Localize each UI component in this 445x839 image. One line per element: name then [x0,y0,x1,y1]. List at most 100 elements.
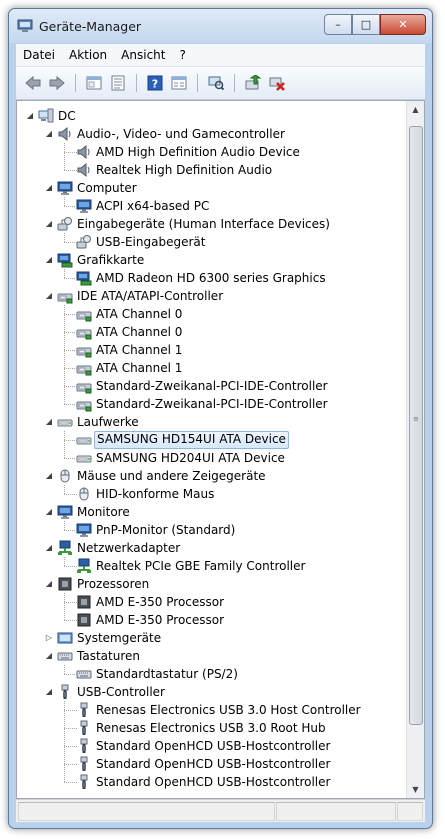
tree-connector [64,494,77,495]
expanded-arrow-icon[interactable]: ◢ [44,255,54,265]
properties-icon [86,76,102,90]
menu-ansicht[interactable]: Ansicht [114,48,172,62]
show-hidden-icon [171,76,187,90]
tree-item-label: Prozessoren [77,577,150,591]
expanded-arrow-icon[interactable]: ◢ [44,543,54,553]
menu-aktion[interactable]: Aktion [62,48,114,62]
tree-item-label: IDE ATA/ATAPI-Controller [77,289,224,303]
tree-item-label: Realtek High Definition Audio [96,163,273,177]
update-driver-button[interactable] [244,74,262,92]
mouse-icon [76,486,92,502]
scrollbar-thumb[interactable]: ≡ [409,126,423,725]
tree-category[interactable]: ◢ Monitore [17,503,407,521]
device-manager-icon [17,18,33,34]
usb-icon [76,774,92,790]
back-icon [25,75,41,91]
svg-text:?: ? [152,78,158,91]
vertical-scrollbar[interactable]: ▲ ≡ ▼ [406,101,424,798]
system-device-icon [57,630,73,646]
tree-category[interactable]: ◢ USB-Controller [17,683,407,701]
tree-item-label: Standardtastatur (PS/2) [96,667,238,681]
ide-controller-icon [57,288,73,304]
tree-root[interactable]: ◢ DC [17,107,407,125]
minimize-button[interactable]: – [324,14,352,35]
tree-connector [64,386,77,387]
tree-item-label: Tastaturen [77,649,140,663]
collapsed-arrow-icon[interactable]: ▷ [44,633,54,643]
help-button[interactable]: ? [146,74,164,92]
expanded-arrow-icon[interactable]: ◢ [44,417,54,427]
network-adapter-icon [57,540,73,556]
show-hidden-button[interactable] [170,74,188,92]
status-cell-grip [397,802,423,821]
tree-category[interactable]: ◢ Audio-, Video- und Gamecontroller [17,125,407,143]
menu-datei[interactable]: Datei [16,48,62,62]
tree-category[interactable]: ◢ IDE ATA/ATAPI-Controller [17,287,407,305]
back-button[interactable] [24,74,42,92]
tree-item-label: Standard OpenHCD USB-Hostcontroller [96,739,331,753]
forward-button[interactable] [48,74,66,92]
tree-connector [64,710,77,711]
tree-connector [64,728,77,729]
expanded-arrow-icon[interactable]: ◢ [44,183,54,193]
tree-item-label: Grafikkarte [77,253,145,267]
ide-controller-icon [76,360,92,376]
expanded-arrow-icon[interactable]: ◢ [44,291,54,301]
tree-category[interactable]: ◢ Computer [17,179,407,197]
expanded-arrow-icon[interactable]: ◢ [44,471,54,481]
scan-hardware-button[interactable] [207,74,225,92]
tree-category[interactable]: ◢ Prozessoren [17,575,407,593]
device-tree[interactable]: ◢ DC ◢ Audio-, Video- und Gamecontroller AMD… [16,100,425,799]
expanded-arrow-icon[interactable]: ◢ [44,129,54,139]
processor-icon [57,576,73,592]
display-adapter-icon [76,270,92,286]
monitor-icon [57,504,73,520]
tree-item-label: Standard-Zweikanal-PCI-IDE-Controller [96,397,328,411]
update-driver-icon [245,75,261,90]
tree-category[interactable]: ◢ Eingabegeräte (Human Interface Devices) [17,215,407,233]
tree-item-label: Renesas Electronics USB 3.0 Host Control… [96,703,361,717]
ide-controller-icon [76,324,92,340]
scroll-down-icon[interactable]: ▼ [407,781,424,798]
tree-connector [64,566,77,567]
tree-connector [64,404,77,405]
tree-item-label: SAMSUNG HD154UI ATA Device [94,431,289,449]
tree-item-label: Standard-Zweikanal-PCI-IDE-Controller [96,379,328,393]
uninstall-button[interactable] [268,74,286,92]
expanded-arrow-icon[interactable]: ◢ [44,651,54,661]
tree-connector [64,314,77,315]
title-bar[interactable]: Geräte-Manager – □ ✕ [9,9,432,43]
toolbar-separator [197,74,198,92]
processor-icon [76,612,92,628]
scroll-up-icon[interactable]: ▲ [407,101,424,118]
help-icon: ? [147,75,163,91]
expanded-arrow-icon[interactable]: ◢ [44,507,54,517]
tree-category[interactable]: ◢ Grafikkarte [17,251,407,269]
scan-hardware-icon [208,76,224,91]
tree-category[interactable]: ◢ Netzwerkadapter [17,539,407,557]
menu-help[interactable]: ? [172,48,192,62]
expanded-arrow-icon[interactable]: ◢ [44,579,54,589]
tree-item-label: AMD Radeon HD 6300 series Graphics [96,271,326,285]
usb-icon [57,684,73,700]
tree-connector [64,764,77,765]
expanded-arrow-icon[interactable]: ◢ [44,687,54,697]
close-button[interactable]: ✕ [380,14,426,35]
speaker-icon [76,162,92,178]
status-cell-secondary [276,802,396,821]
maximize-button[interactable]: □ [352,14,380,35]
expanded-arrow-icon[interactable]: ◢ [25,111,35,121]
tree-connector [64,332,77,333]
tree-category[interactable]: ◢ Tastaturen [17,647,407,665]
details-view-icon [111,75,125,91]
expanded-arrow-icon[interactable]: ◢ [44,219,54,229]
tree-category[interactable]: ▷ Systemgeräte [17,629,407,647]
tree-category[interactable]: ◢ Mäuse und andere Zeigegeräte [17,467,407,485]
details-view-button[interactable] [109,74,127,92]
tree-item-label: ATA Channel 1 [96,361,183,375]
properties-button[interactable] [85,74,103,92]
tree-connector [64,350,77,351]
processor-icon [76,594,92,610]
tree-item-label: USB-Eingabegerät [96,235,206,249]
tree-category[interactable]: ◢ Laufwerke [17,413,407,431]
